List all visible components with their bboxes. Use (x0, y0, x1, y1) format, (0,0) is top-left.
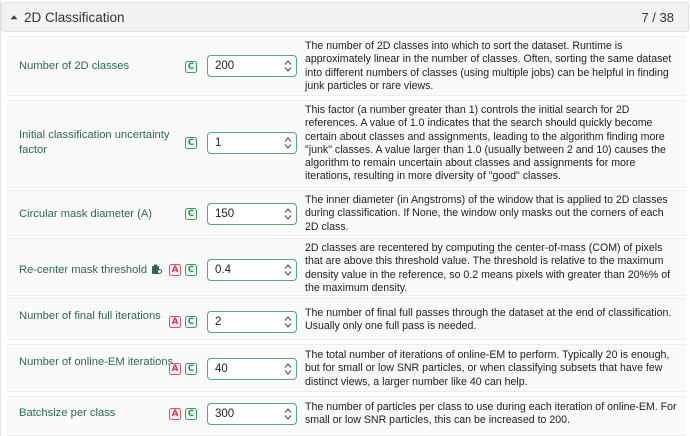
uncertainty-factor-input[interactable]: 1 (207, 132, 297, 154)
badge-c: C (185, 137, 197, 149)
param-description: The inner diameter (in Angstroms) of the… (305, 194, 668, 233)
param-description: 2D classes are recentered by computing t… (305, 242, 671, 294)
param-row-online-em-iterations: Number of online-EM iterations A C 40 Th… (7, 344, 686, 392)
param-row-uncertainty: Initial classification uncertainty facto… (7, 100, 686, 188)
stepper-icon[interactable] (284, 59, 292, 73)
param-label: Batchsize per class (19, 407, 116, 419)
param-row-recenter-threshold: Re-center mask threshold A C 0.4 2D clas… (7, 238, 686, 296)
final-iterations-input[interactable]: 2 (207, 311, 297, 333)
param-label: Initial classification uncertainty facto… (19, 129, 170, 156)
badge-a: A (169, 363, 181, 375)
online-em-iterations-input[interactable]: 40 (207, 358, 297, 380)
param-description: The number of particles per class to use… (305, 401, 677, 427)
param-description: This factor (a number greater than 1) co… (305, 104, 666, 183)
param-label: Number of online-EM iterations (19, 356, 174, 368)
param-label: Number of 2D classes (19, 60, 130, 72)
stepper-icon[interactable] (284, 207, 292, 221)
stepper-icon[interactable] (284, 407, 292, 421)
stepper-icon[interactable] (284, 263, 292, 277)
params-panel: 2D Classification 7 / 38 Number of 2D cl… (0, 0, 690, 436)
section-title: 2D Classification (24, 9, 125, 25)
num-classes-input[interactable]: 200 (207, 55, 297, 77)
batchsize-input[interactable]: 300 (207, 403, 297, 425)
badge-c: C (185, 208, 197, 220)
caret-up-icon[interactable] (8, 11, 20, 23)
badge-a: A (169, 316, 181, 328)
param-description: The number of final full passes through … (305, 307, 672, 333)
param-label: Circular mask diameter (A) (19, 208, 153, 220)
param-label: Number of final full iterations (19, 310, 161, 322)
badge-a: A (169, 408, 181, 420)
badge-c: C (185, 363, 197, 375)
param-description: The number of 2D classes into which to s… (305, 40, 672, 92)
param-row-mask-diameter: Circular mask diameter (A) C 150 The inn… (7, 190, 686, 236)
badge-c: C (185, 408, 197, 420)
section-header[interactable]: 2D Classification 7 / 38 (1, 2, 689, 32)
target-icon (151, 264, 163, 280)
badge-c: C (185, 316, 197, 328)
badge-c: C (185, 61, 197, 73)
section-count: 7 / 38 (641, 10, 674, 25)
badge-c: C (185, 264, 197, 276)
recenter-threshold-input[interactable]: 0.4 (207, 259, 297, 281)
param-row-num-classes: Number of 2D classes C 200 The number of… (7, 36, 686, 96)
stepper-icon[interactable] (284, 362, 292, 376)
param-description: The total number of iterations of online… (305, 349, 670, 388)
param-label: Re-center mask threshold (19, 263, 189, 280)
stepper-icon[interactable] (284, 315, 292, 329)
badge-a: A (169, 264, 181, 276)
mask-diameter-input[interactable]: 150 (207, 203, 297, 225)
param-row-final-iterations: Number of final full iterations A C 2 Th… (7, 298, 686, 340)
stepper-icon[interactable] (284, 136, 292, 150)
param-row-batchsize: Batchsize per class A C 300 The number o… (7, 396, 686, 436)
